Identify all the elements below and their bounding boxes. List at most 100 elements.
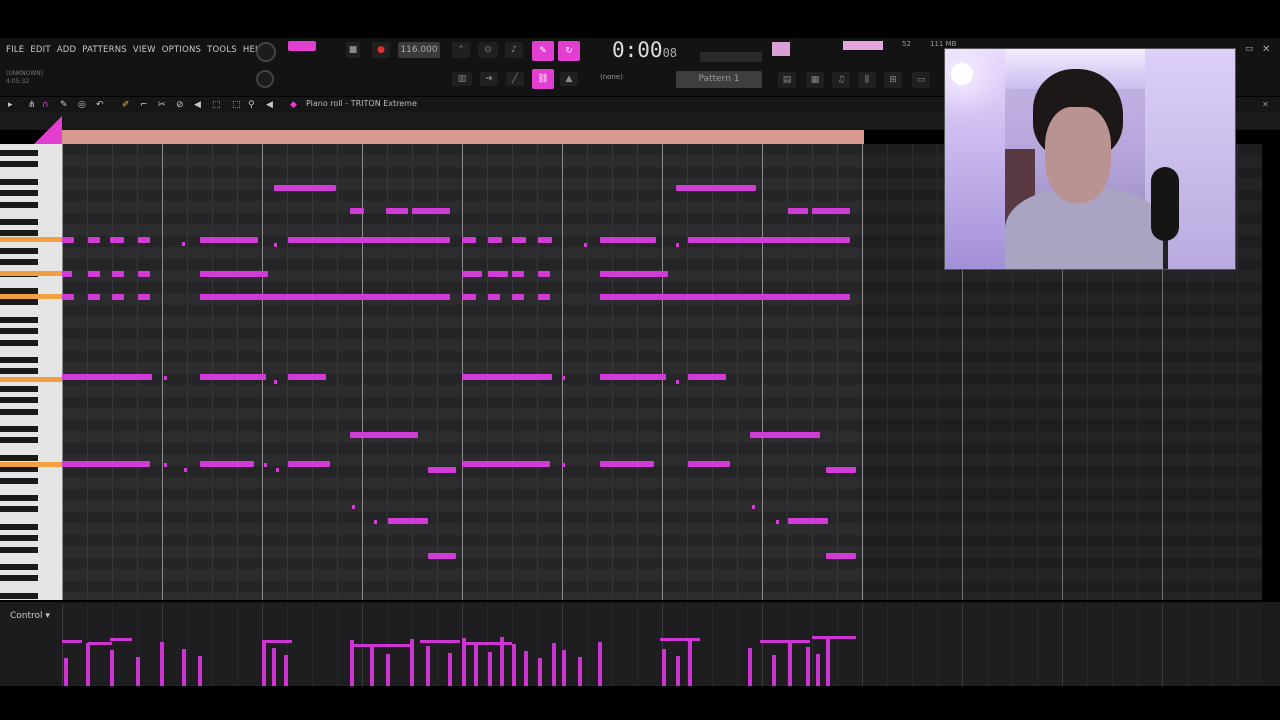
midi-note[interactable] (688, 374, 726, 380)
pencil-icon[interactable]: ✎ (60, 100, 68, 110)
midi-note[interactable] (488, 237, 502, 243)
metronome-icon[interactable]: ⌃ (452, 42, 470, 58)
black-key[interactable] (0, 190, 38, 196)
piano-roll-icon[interactable]: ♫ (832, 72, 850, 88)
midi-note[interactable] (288, 237, 450, 243)
midi-note[interactable] (688, 461, 730, 467)
midi-note[interactable] (62, 461, 150, 467)
midi-note[interactable] (200, 374, 266, 380)
delete-icon[interactable]: ✂ (158, 100, 166, 110)
midi-note[interactable] (112, 294, 124, 300)
midi-note[interactable] (462, 294, 476, 300)
wait-input-icon[interactable]: ⊙ (478, 42, 498, 58)
midi-note[interactable] (112, 271, 124, 277)
black-key[interactable] (0, 201, 38, 208)
velocity-bar[interactable] (86, 643, 90, 686)
short-note[interactable] (352, 505, 355, 509)
velocity-bar[interactable] (160, 642, 164, 686)
stop-button[interactable]: ■ (346, 42, 360, 58)
velocity-bar[interactable] (110, 650, 114, 686)
menu-options[interactable]: OPTIONS (162, 45, 201, 57)
short-note[interactable] (184, 468, 187, 472)
browser-icon[interactable]: ⊞ (884, 72, 902, 88)
select-icon[interactable]: ⬚ (212, 100, 221, 110)
piano-keyboard-icon[interactable]: ▥ (452, 72, 472, 86)
short-note[interactable] (264, 463, 267, 467)
velocity-bar[interactable] (562, 650, 566, 686)
midi-note[interactable] (200, 271, 268, 277)
black-key[interactable] (0, 546, 38, 553)
record-target-icon[interactable]: ◎ (78, 100, 86, 110)
black-key[interactable] (0, 506, 38, 513)
black-key[interactable] (0, 477, 38, 484)
brush-icon[interactable]: ⌐ (140, 100, 148, 110)
short-note[interactable] (562, 376, 565, 380)
channel-rack-icon[interactable]: ▦ (806, 72, 824, 88)
velocity-bar[interactable] (64, 658, 68, 686)
window-close-icon[interactable]: ✕ (1262, 44, 1270, 55)
midi-note[interactable] (62, 271, 72, 277)
pencil-tool-icon[interactable]: ╱ (506, 72, 524, 86)
timeline-ruler[interactable] (62, 130, 864, 144)
menu-patterns[interactable]: PATTERNS (82, 45, 127, 57)
midi-note[interactable] (462, 374, 552, 380)
velocity-bar[interactable] (488, 652, 492, 686)
short-note[interactable] (676, 243, 679, 247)
midi-note[interactable] (600, 374, 666, 380)
menu-tools[interactable]: TOOLS (207, 45, 237, 57)
record-button[interactable]: ● (372, 42, 390, 58)
midi-note[interactable] (138, 294, 150, 300)
short-note[interactable] (350, 210, 353, 214)
velocity-bar[interactable] (512, 644, 516, 686)
black-key[interactable] (0, 339, 38, 346)
velocity-bar[interactable] (136, 657, 140, 686)
midi-note[interactable] (688, 237, 850, 243)
short-note[interactable] (562, 463, 565, 467)
short-note[interactable] (274, 380, 277, 384)
master-volume-knob[interactable] (256, 42, 276, 62)
black-key[interactable] (0, 356, 38, 363)
velocity-bar[interactable] (284, 655, 288, 686)
magnet-icon[interactable]: ⋔ (28, 100, 36, 110)
midi-note[interactable] (138, 271, 150, 277)
window-maximize-icon[interactable]: ▭ (1245, 44, 1254, 54)
velocity-bar[interactable] (182, 649, 186, 686)
link-icon[interactable]: ⛓ (532, 69, 554, 89)
midi-note[interactable] (288, 461, 330, 467)
black-key[interactable] (0, 149, 38, 156)
stamp-icon[interactable]: ▲ (560, 72, 578, 86)
velocity-bar[interactable] (688, 641, 692, 686)
menu-file[interactable]: FILE (6, 45, 24, 57)
velocity-bar[interactable] (474, 645, 478, 686)
slice-icon[interactable]: ◀ (194, 100, 201, 110)
midi-note[interactable] (462, 461, 550, 467)
midi-note[interactable] (88, 271, 100, 277)
black-key[interactable] (0, 575, 38, 582)
arrow-right-icon[interactable]: ➜ (480, 72, 498, 86)
snap-icon[interactable]: ∩ (42, 100, 49, 110)
black-key[interactable] (0, 437, 38, 444)
menu-edit[interactable]: EDIT (30, 45, 50, 57)
mixer-icon[interactable]: ⫼ (858, 72, 876, 88)
short-note[interactable] (676, 380, 679, 384)
midi-note[interactable] (462, 237, 476, 243)
short-note[interactable] (274, 243, 277, 247)
piano-roll-title[interactable]: Piano roll - TRITON Extreme (306, 99, 417, 108)
zoom-icon[interactable]: ⬚ (232, 100, 241, 110)
midi-note[interactable] (826, 553, 856, 559)
mute-icon[interactable]: ⊘ (176, 100, 184, 110)
black-key[interactable] (0, 299, 38, 306)
midi-note[interactable] (750, 432, 820, 438)
short-note[interactable] (776, 520, 779, 524)
midi-note[interactable] (88, 294, 100, 300)
black-key[interactable] (0, 494, 38, 501)
countdown-icon[interactable]: ♪ (505, 42, 523, 58)
velocity-bar[interactable] (426, 646, 430, 686)
midi-note[interactable] (200, 237, 258, 243)
midi-note[interactable] (62, 374, 152, 380)
short-note[interactable] (164, 376, 167, 380)
preset-selector[interactable]: (none) (600, 73, 623, 81)
velocity-bar[interactable] (806, 647, 810, 686)
black-key[interactable] (0, 247, 38, 254)
black-key[interactable] (0, 425, 38, 432)
